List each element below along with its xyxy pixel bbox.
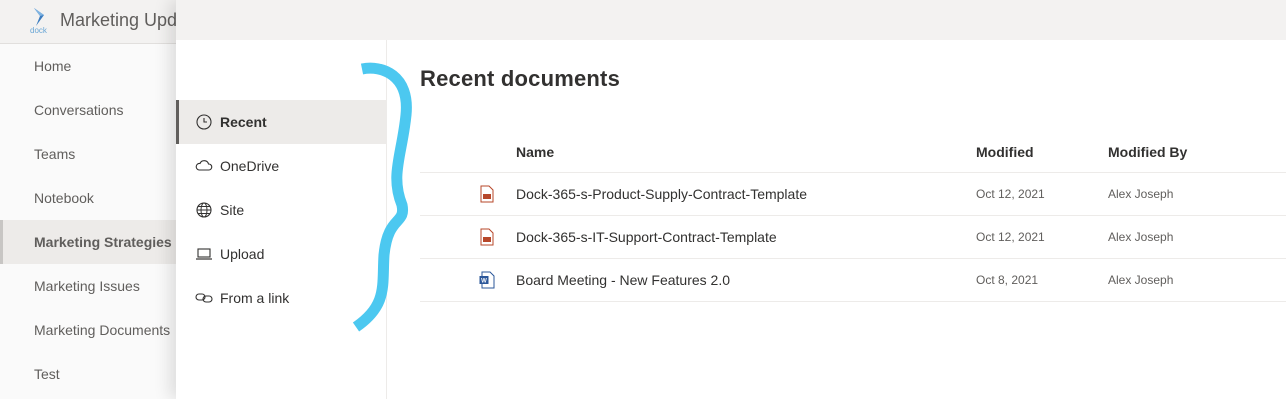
documents-table: Name Modified Modified By Dock-365-s-Pro… xyxy=(420,130,1286,302)
link-icon xyxy=(195,289,213,307)
source-label: OneDrive xyxy=(220,158,280,174)
nav-item-conversations[interactable]: Conversations xyxy=(0,88,176,132)
document-name[interactable]: Dock-365-s-Product-Supply-Contract-Templ… xyxy=(516,186,807,202)
cloud-icon xyxy=(195,157,213,175)
svg-text:W: W xyxy=(481,279,487,285)
globe-icon xyxy=(195,201,213,219)
site-title[interactable]: Marketing Updates xyxy=(60,10,180,31)
nav-item-test[interactable]: Test xyxy=(0,352,176,396)
logo-text: dock xyxy=(30,26,47,35)
column-header-name[interactable]: Name xyxy=(516,144,554,160)
table-row[interactable]: Dock-365-s-IT-Support-Contract-Template … xyxy=(420,216,1286,259)
nav-item-marketing-strategies[interactable]: Marketing Strategies xyxy=(0,220,176,264)
nav-item-teams[interactable]: Teams xyxy=(0,132,176,176)
table-header: Name Modified Modified By xyxy=(420,130,1286,173)
nav-item-notebook[interactable]: Notebook xyxy=(0,176,176,220)
document-modified-by: Alex Joseph xyxy=(1108,187,1174,201)
clock-icon xyxy=(195,113,213,131)
pdf-file-icon xyxy=(479,185,495,203)
source-onedrive[interactable]: OneDrive xyxy=(176,144,386,188)
site-nav: Home Conversations Teams Notebook Market… xyxy=(0,44,176,399)
document-modified-by: Alex Joseph xyxy=(1108,273,1174,287)
picker-source-list: Recent OneDrive Site Upload From a link xyxy=(176,40,387,399)
column-header-modified[interactable]: Modified xyxy=(976,144,1034,160)
column-header-modified-by[interactable]: Modified By xyxy=(1108,144,1187,160)
pdf-file-icon xyxy=(479,228,495,246)
nav-item-marketing-issues[interactable]: Marketing Issues xyxy=(0,264,176,308)
source-from-link[interactable]: From a link xyxy=(176,276,386,320)
document-modified: Oct 12, 2021 xyxy=(976,230,1045,244)
source-label: Recent xyxy=(220,114,267,130)
source-label: From a link xyxy=(220,290,290,306)
source-site[interactable]: Site xyxy=(176,188,386,232)
document-name[interactable]: Board Meeting - New Features 2.0 xyxy=(516,272,730,288)
file-picker-panel: Recent OneDrive Site Upload From a link xyxy=(176,0,1286,399)
source-upload[interactable]: Upload xyxy=(176,232,386,276)
source-recent[interactable]: Recent xyxy=(176,100,386,144)
nav-item-home[interactable]: Home xyxy=(0,44,176,88)
word-file-icon: W xyxy=(479,271,495,289)
page-title: Recent documents xyxy=(420,66,621,91)
picker-top-bar xyxy=(176,0,1286,40)
source-label: Site xyxy=(220,202,245,218)
table-row[interactable]: W Board Meeting - New Features 2.0 Oct 8… xyxy=(420,259,1286,302)
document-modified: Oct 8, 2021 xyxy=(976,273,1039,287)
document-modified-by: Alex Joseph xyxy=(1108,230,1174,244)
laptop-icon xyxy=(195,245,213,263)
source-label: Upload xyxy=(220,246,265,262)
table-row[interactable]: Dock-365-s-Product-Supply-Contract-Templ… xyxy=(420,173,1286,216)
recent-documents-pane: Recent documents Name Modified Modified … xyxy=(388,40,1286,399)
document-name[interactable]: Dock-365-s-IT-Support-Contract-Template xyxy=(516,229,777,245)
document-modified: Oct 12, 2021 xyxy=(976,187,1045,201)
nav-item-marketing-documents[interactable]: Marketing Documents xyxy=(0,308,176,352)
